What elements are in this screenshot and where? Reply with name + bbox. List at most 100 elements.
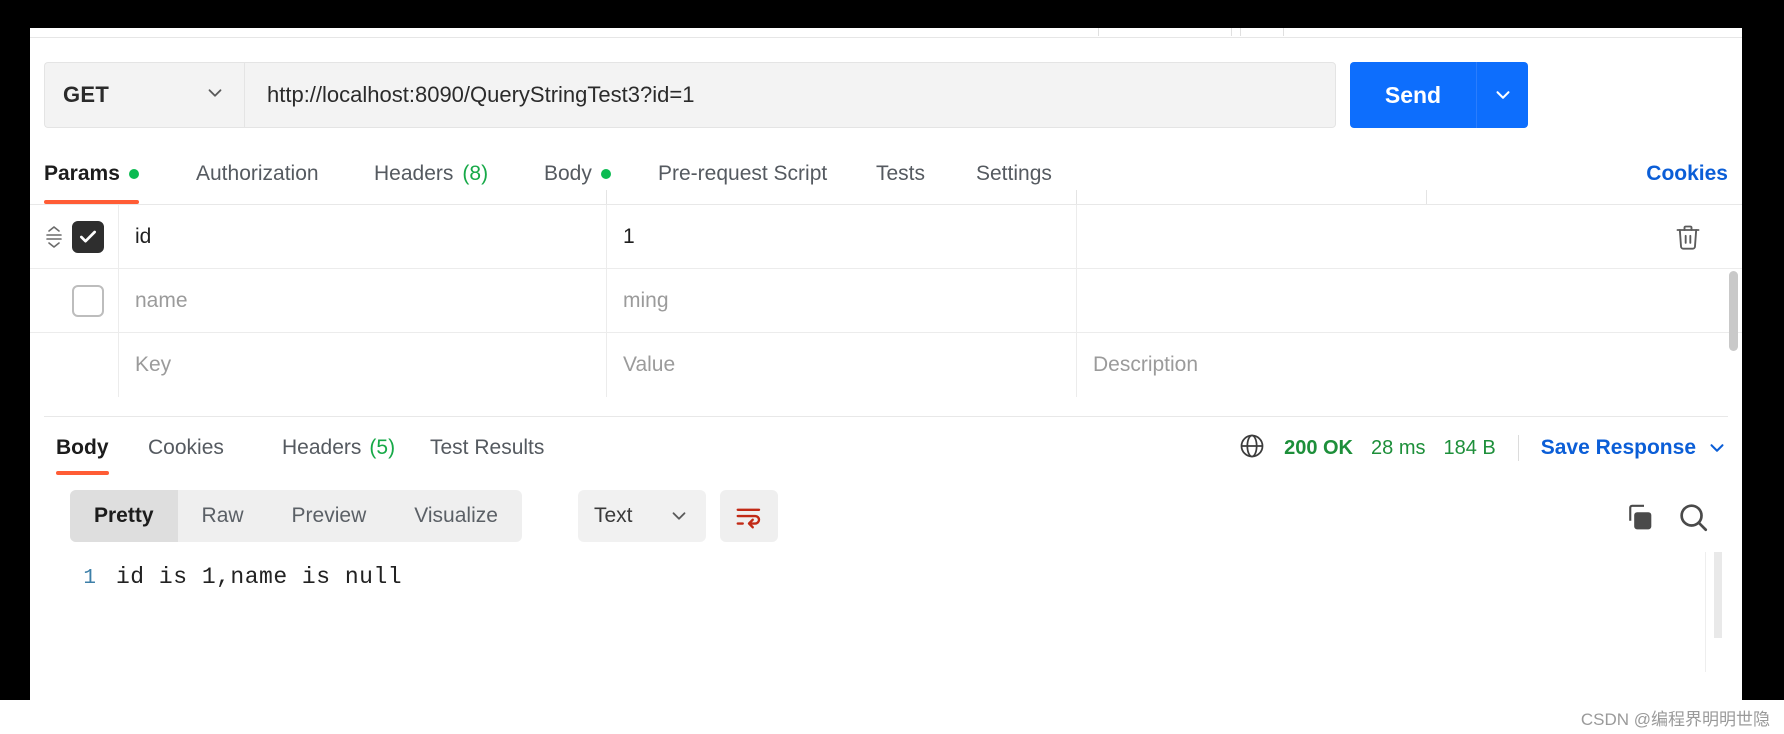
url-bar: GET http://localhost:8090/QueryStringTes… [44, 62, 1728, 128]
window-frame-top [0, 0, 1784, 28]
window-frame-left [0, 0, 30, 700]
params-scrollbar[interactable] [1729, 271, 1738, 351]
check-icon [80, 230, 96, 242]
row-key-cell[interactable]: id [118, 205, 606, 268]
trash-icon[interactable] [1670, 219, 1706, 255]
row-key-text: name [135, 288, 188, 312]
tab-label: Body [56, 436, 109, 459]
row-key-cell[interactable]: Key [118, 333, 606, 397]
send-options-button[interactable] [1476, 62, 1528, 128]
row-checkbox[interactable] [72, 284, 104, 317]
divider [1517, 435, 1519, 461]
body-scrollbar[interactable] [1714, 552, 1722, 638]
postman-request-pane: GET http://localhost:8090/QueryStringTes… [30, 28, 1742, 700]
row-value-text: ming [623, 288, 669, 312]
value-placeholder: Value [623, 353, 676, 376]
search-icon[interactable] [1676, 500, 1710, 539]
tab-label: Tests [876, 162, 926, 185]
params-table: id 1 name ming Key Value Description [30, 190, 1742, 416]
method-label: GET [63, 82, 110, 107]
chevron-down-icon [672, 512, 686, 520]
window-frame-right [1742, 0, 1784, 700]
view-mode-preview[interactable]: Preview [268, 490, 391, 542]
row-description-cell[interactable] [1076, 205, 1742, 268]
save-response-button[interactable]: Save Response [1541, 436, 1728, 460]
tab-count-badge: (8) [462, 162, 489, 185]
row-description-cell[interactable]: Description [1076, 333, 1742, 397]
tab-label: Test Results [430, 436, 545, 459]
tab-label: Headers [374, 162, 454, 185]
tab-label: Settings [976, 162, 1052, 185]
tab-params[interactable]: Params [44, 146, 139, 204]
view-mode-group: Pretty Raw Preview Visualize [70, 490, 522, 542]
chevron-down-icon [204, 82, 226, 109]
view-mode-pretty[interactable]: Pretty [70, 490, 178, 542]
row-value-cell[interactable]: Value [606, 333, 1076, 397]
row-value-cell[interactable]: ming [606, 269, 1076, 332]
tab-label: Pre-request Script [658, 162, 828, 185]
unsaved-dot-icon [128, 169, 139, 179]
format-select[interactable]: Text [578, 490, 706, 542]
screenshot-root: GET http://localhost:8090/QueryStringTes… [0, 0, 1784, 734]
window-frame-bottom [0, 700, 1784, 734]
response-body: 1 id is 1,name is null [44, 552, 1728, 686]
description-placeholder: Description [1093, 353, 1199, 376]
code-line: 1 id is 1,name is null [44, 564, 402, 590]
row-description-cell[interactable] [1076, 269, 1742, 332]
drag-handle-icon[interactable] [42, 225, 66, 249]
view-mode-visualize[interactable]: Visualize [390, 490, 522, 542]
cookies-link[interactable]: Cookies [1646, 146, 1728, 202]
response-tab-cookies[interactable]: Cookies [148, 417, 224, 479]
response-body-text[interactable]: id is 1,name is null [116, 564, 402, 590]
tab-label: Params [44, 162, 120, 185]
chevron-down-icon [1495, 91, 1510, 99]
new-tab-button[interactable] [1240, 28, 1284, 36]
word-wrap-icon[interactable] [720, 490, 778, 542]
response-viewer-toolbar: Pretty Raw Preview Visualize Text [44, 480, 1728, 552]
globe-icon [1238, 432, 1266, 465]
tab-body[interactable]: Body [544, 146, 611, 202]
response-status-group: 200 OK 28 ms 184 B Save Response [1238, 417, 1728, 479]
row-key-cell[interactable]: name [118, 269, 606, 332]
view-mode-raw[interactable]: Raw [178, 490, 268, 542]
tab-label: Cookies [148, 436, 224, 459]
row-handle-cell [30, 269, 118, 332]
method-select[interactable]: GET [44, 62, 244, 128]
table-row[interactable]: Key Value Description [30, 333, 1742, 397]
send-button[interactable]: Send [1350, 62, 1476, 128]
row-value-text: 1 [623, 224, 635, 248]
status-code: 200 OK [1284, 436, 1354, 459]
row-handle-cell [30, 333, 118, 397]
response-size: 184 B [1443, 436, 1496, 459]
tab-authorization[interactable]: Authorization [196, 146, 319, 202]
tab-strip [30, 28, 1742, 38]
response-tab-body[interactable]: Body [56, 417, 109, 479]
row-key-text: id [135, 224, 152, 248]
tab-label: Headers [282, 436, 362, 459]
request-tab-item[interactable] [1098, 28, 1232, 36]
tab-pre-request-script[interactable]: Pre-request Script [658, 146, 827, 202]
row-value-cell[interactable]: 1 [606, 205, 1076, 268]
tab-tests[interactable]: Tests [876, 146, 925, 202]
response-tabs: Body Cookies Headers (5) Test Results 20… [44, 416, 1728, 478]
table-row[interactable]: name ming [30, 269, 1742, 333]
unsaved-dot-icon [600, 169, 611, 179]
response-tab-test-results[interactable]: Test Results [430, 417, 544, 479]
tab-label: Authorization [196, 162, 319, 185]
response-tab-headers[interactable]: Headers (5) [282, 417, 395, 479]
line-number: 1 [83, 567, 96, 590]
url-text: http://localhost:8090/QueryStringTest3?i… [267, 82, 695, 107]
key-placeholder: Key [135, 353, 172, 376]
table-row[interactable]: id 1 [30, 205, 1742, 269]
body-scroll-divider [1705, 552, 1706, 672]
request-tabs: Params Authorization Headers (8) Body Pr… [44, 146, 1728, 204]
row-checkbox[interactable] [72, 220, 104, 253]
tab-headers[interactable]: Headers (8) [374, 146, 488, 202]
copy-icon[interactable] [1624, 502, 1654, 537]
format-label: Text [594, 504, 633, 527]
url-input[interactable]: http://localhost:8090/QueryStringTest3?i… [244, 62, 1336, 128]
tab-label: Body [544, 162, 592, 185]
send-label: Send [1384, 81, 1442, 108]
save-response-label: Save Response [1540, 436, 1696, 459]
tab-settings[interactable]: Settings [976, 146, 1052, 202]
